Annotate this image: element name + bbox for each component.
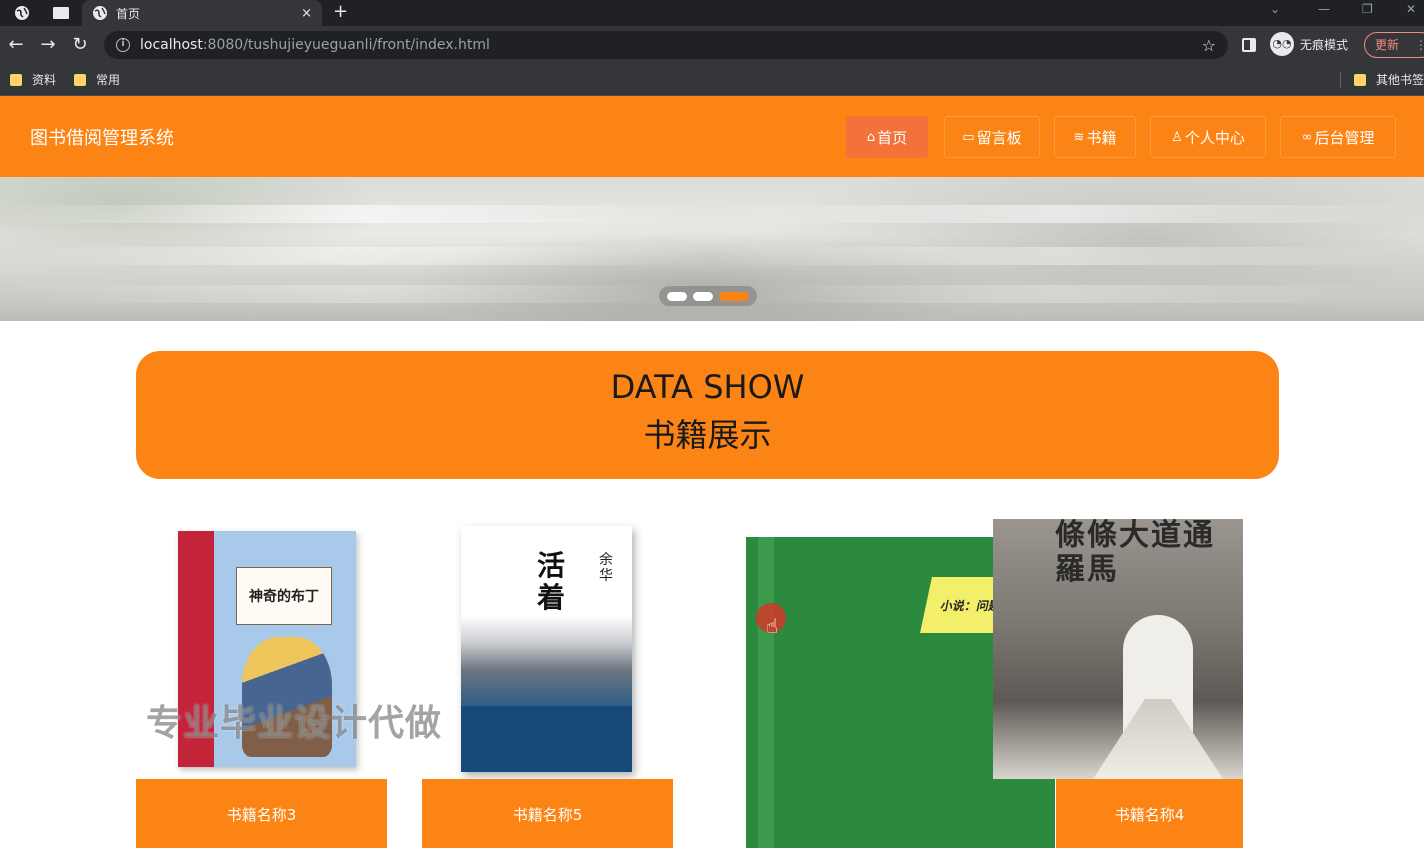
- tab-search-icon[interactable]: ⌄: [1270, 0, 1280, 22]
- new-tab-button[interactable]: +: [333, 0, 348, 26]
- active-tab[interactable]: 首页 ×: [82, 0, 322, 26]
- cover-illustration: [461, 706, 632, 772]
- nav-label: 个人中心: [1184, 128, 1245, 147]
- book-cover-title: 神奇的布丁: [236, 567, 332, 625]
- incognito-indicator[interactable]: ◔◔ 无痕模式: [1270, 32, 1348, 56]
- nav-label: 书籍: [1086, 128, 1117, 147]
- update-button[interactable]: 更新 ⋮: [1364, 32, 1424, 58]
- folder-icon: [74, 73, 86, 86]
- tab-title: 首页: [116, 6, 141, 21]
- banner-decoration: [0, 205, 1424, 223]
- site-header: 图书借阅管理系统 ⌂ 首页 ▭ 留言板 ≋ 书籍 ♙ 个人中心 ∞ 后台管理: [0, 96, 1424, 177]
- user-icon: ♙: [1171, 129, 1183, 145]
- cover-decoration: [758, 537, 774, 848]
- menu-dots-icon[interactable]: ⋮: [1415, 38, 1424, 52]
- info-icon[interactable]: i: [116, 38, 130, 52]
- carousel-dot[interactable]: [667, 292, 687, 301]
- close-icon[interactable]: ×: [301, 6, 312, 21]
- message-icon: ▭: [962, 129, 975, 145]
- watermark-text: 专业毕业设计代做: [146, 703, 443, 744]
- link-icon: ∞: [1301, 129, 1313, 145]
- nav-message-board[interactable]: ▭ 留言板: [944, 116, 1040, 158]
- book-cover-title: 條條大道通羅馬: [1055, 518, 1215, 587]
- banner-decoration: [0, 247, 1424, 265]
- book-card-label[interactable]: 书籍名称5: [422, 779, 673, 848]
- cover-illustration: [461, 616, 632, 706]
- book-cover-title: 活着: [537, 549, 566, 614]
- restore-icon[interactable]: ❐: [1362, 0, 1373, 22]
- book-cover-image[interactable]: 條條大道通羅馬: [993, 519, 1243, 779]
- nav-home[interactable]: ⌂ 首页: [846, 116, 928, 158]
- forward-icon[interactable]: →: [38, 34, 58, 56]
- globe-icon[interactable]: [8, 0, 36, 26]
- reload-icon[interactable]: ↻: [70, 34, 90, 56]
- browser-toolbar: ← → ↻ i localhost:8080/tushujieyueguanli…: [0, 26, 1424, 64]
- bookmark-folder[interactable]: 资料: [10, 71, 56, 88]
- nav-user-center[interactable]: ♙ 个人中心: [1150, 116, 1266, 158]
- section-title-cn: 书籍展示: [643, 416, 772, 454]
- minimize-icon[interactable]: —: [1318, 0, 1330, 22]
- back-icon[interactable]: ←: [6, 34, 26, 56]
- nav-admin[interactable]: ∞ 后台管理: [1280, 116, 1396, 158]
- update-label: 更新: [1375, 38, 1400, 52]
- folder-icon: [10, 73, 22, 86]
- book-card-label[interactable]: 书籍名称3: [136, 779, 387, 848]
- bookmark-label: 其他书签: [1376, 73, 1424, 87]
- carousel-dot[interactable]: [693, 292, 713, 301]
- nav-label: 首页: [877, 128, 908, 147]
- carousel-indicators: [659, 286, 757, 306]
- window-icon[interactable]: [44, 0, 78, 26]
- incognito-icon: ◔◔: [1270, 32, 1294, 56]
- address-bar[interactable]: i localhost:8080/tushujieyueguanli/front…: [104, 31, 1228, 59]
- site-title: 图书借阅管理系统: [30, 128, 174, 149]
- book-cover-author: 余华: [599, 552, 613, 584]
- globe-icon: [93, 6, 107, 20]
- nav-label: 留言板: [976, 128, 1022, 147]
- other-bookmarks[interactable]: 其他书签: [1354, 71, 1424, 88]
- home-icon: ⌂: [866, 129, 876, 145]
- bookmark-label: 资料: [32, 73, 57, 87]
- window-close-icon[interactable]: ✕: [1406, 0, 1416, 22]
- bookmark-separator: [1340, 72, 1341, 88]
- nav-books[interactable]: ≋ 书籍: [1054, 116, 1136, 158]
- hand-cursor-icon: ☝: [766, 614, 779, 638]
- bookmarks-bar: 资料 常用 其他书签: [0, 64, 1424, 96]
- bookmark-label: 常用: [96, 73, 121, 87]
- url-text[interactable]: localhost:8080/tushujieyueguanli/front/i…: [140, 37, 1202, 53]
- star-icon[interactable]: ☆: [1202, 36, 1216, 55]
- book-cover-image[interactable]: 活着 余华: [461, 526, 632, 772]
- section-header: DATA SHOW 书籍展示: [136, 351, 1279, 479]
- book-stack-icon: ≋: [1073, 129, 1085, 145]
- side-panel-icon[interactable]: [1242, 38, 1256, 52]
- section-title-en: DATA SHOW: [610, 368, 805, 406]
- carousel-dot-active[interactable]: [719, 292, 749, 301]
- cover-illustration: [1093, 699, 1223, 779]
- browser-tab-bar: 首页 × + ⌄ — ❐ ✕: [0, 0, 1424, 26]
- bookmark-folder[interactable]: 常用: [74, 71, 120, 88]
- incognito-label: 无痕模式: [1300, 37, 1349, 52]
- nav-label: 后台管理: [1314, 128, 1375, 147]
- folder-icon: [1354, 73, 1366, 86]
- book-card-label[interactable]: 书籍名称4: [1056, 779, 1243, 848]
